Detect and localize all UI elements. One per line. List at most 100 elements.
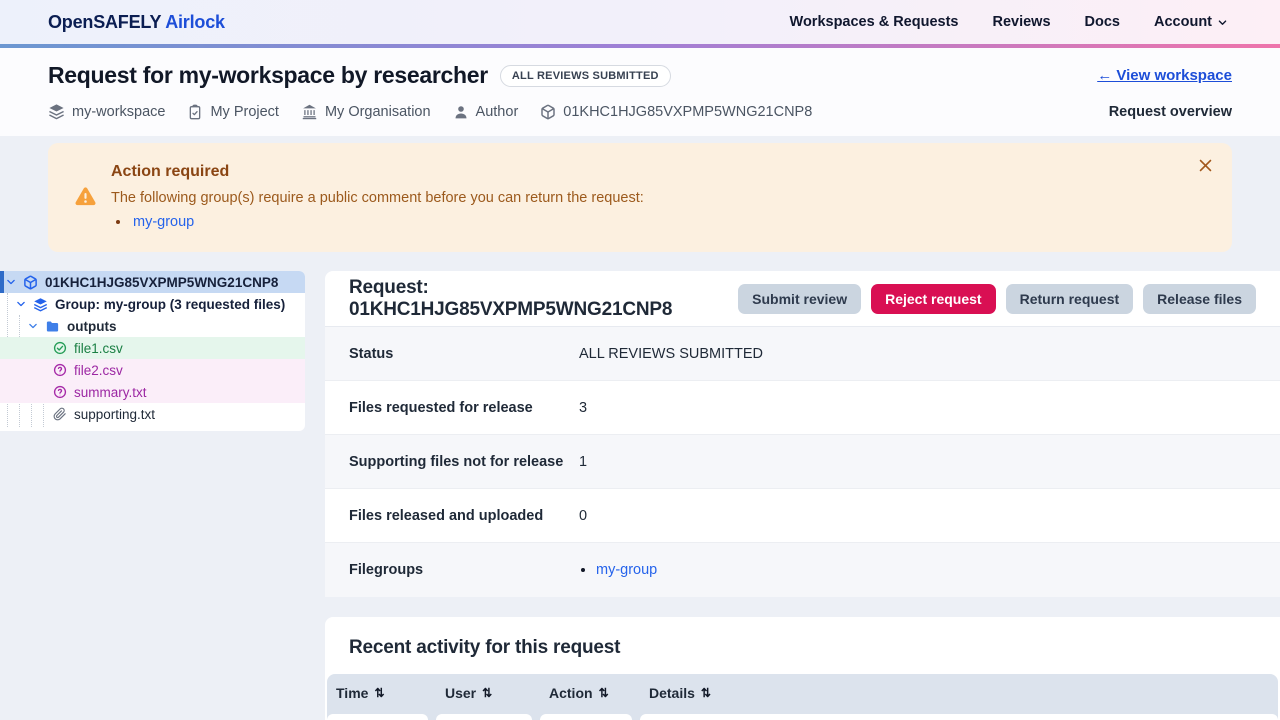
chevron-down-icon[interactable] <box>28 321 38 331</box>
column-header-user[interactable]: User ⇅ <box>436 685 532 701</box>
layers-icon <box>33 297 48 312</box>
paperclip-icon <box>53 407 67 421</box>
table-cell <box>327 714 428 720</box>
activity-table: Time ⇅ User ⇅ Action ⇅ Details ⇅ <box>327 674 1278 720</box>
detail-label: Files requested for release <box>349 400 579 416</box>
detail-row-status: Status ALL REVIEWS SUBMITTED <box>325 327 1280 381</box>
alert-title: Action required <box>111 161 644 181</box>
detail-row-files-requested: Files requested for release 3 <box>325 381 1280 435</box>
detail-label: Status <box>349 346 579 362</box>
detail-label: Supporting files not for release <box>349 454 579 470</box>
column-header-details[interactable]: Details ⇅ <box>640 685 1278 701</box>
detail-value: 0 <box>579 508 1256 524</box>
tree-item-label: outputs <box>67 319 117 334</box>
sort-icon[interactable]: ⇅ <box>374 686 384 700</box>
table-cell <box>640 714 1278 720</box>
sort-icon[interactable]: ⇅ <box>599 686 609 700</box>
breadcrumb: my-workspace My Project My Organisation … <box>48 103 812 120</box>
tree-item-label: 01KHC1HJG85VXPMP5WNG21CNP8 <box>45 275 278 290</box>
chevron-down-icon <box>1217 17 1228 28</box>
activity-heading: Recent activity for this request <box>349 637 1256 659</box>
sort-icon[interactable]: ⇅ <box>482 686 492 700</box>
logo-secondary: Airlock <box>165 12 225 32</box>
alert-group-list: my-group <box>131 214 644 230</box>
breadcrumb-request-id: 01KHC1HJG85VXPMP5WNG21CNP8 <box>540 104 812 120</box>
breadcrumb-project: My Project <box>187 104 279 120</box>
filegroup-list: my-group <box>596 562 1256 578</box>
breadcrumb-workspace: my-workspace <box>48 103 165 120</box>
detail-label: Files released and uploaded <box>349 508 579 524</box>
nav-item-docs[interactable]: Docs <box>1085 14 1120 30</box>
top-navbar: OpenSAFELY Airlock Workspaces & Requests… <box>0 0 1280 44</box>
tree-item-request-root[interactable]: 01KHC1HJG85VXPMP5WNG21CNP8 <box>0 271 305 293</box>
package-icon <box>540 104 556 120</box>
tree-item-label: file1.csv <box>74 341 123 356</box>
bank-icon <box>301 103 318 120</box>
table-row <box>327 714 1278 720</box>
reject-request-button[interactable]: Reject request <box>871 284 995 314</box>
detail-label: Filegroups <box>349 562 579 578</box>
alert-message: The following group(s) require a public … <box>111 190 644 206</box>
logo-primary: OpenSAFELY <box>48 12 161 32</box>
tree-item-summary[interactable]: summary.txt <box>0 381 305 403</box>
page-title: Request for my-workspace by researcher <box>48 62 488 89</box>
table-cell <box>436 714 532 720</box>
user-icon <box>453 104 469 120</box>
layers-icon <box>48 103 65 120</box>
status-badge: ALL REVIEWS SUBMITTED <box>500 65 671 87</box>
question-circle-icon <box>53 363 67 377</box>
page-header: Request for my-workspace by researcher A… <box>0 48 1280 136</box>
nav-item-workspaces[interactable]: Workspaces & Requests <box>790 14 959 30</box>
alert-group-link[interactable]: my-group <box>133 214 194 230</box>
detail-row-files-released: Files released and uploaded 0 <box>325 489 1280 543</box>
tree-item-outputs-folder[interactable]: outputs <box>0 315 305 337</box>
detail-row-filegroups: Filegroups my-group <box>325 543 1280 597</box>
table-cell <box>540 714 632 720</box>
nav-item-account[interactable]: Account <box>1154 14 1228 30</box>
alert-group-item: my-group <box>131 214 644 230</box>
tree-item-label: file2.csv <box>74 363 123 378</box>
action-required-alert: Action required The following group(s) r… <box>48 143 1232 252</box>
chevron-down-icon[interactable] <box>16 299 26 309</box>
request-actions: Submit review Reject request Return requ… <box>738 284 1256 314</box>
clipboard-icon <box>187 104 203 120</box>
column-header-action[interactable]: Action ⇅ <box>540 685 632 701</box>
recent-activity-card: Recent activity for this request Time ⇅ … <box>325 617 1280 720</box>
app-logo[interactable]: OpenSAFELY Airlock <box>48 12 225 33</box>
detail-row-supporting-files: Supporting files not for release 1 <box>325 435 1280 489</box>
view-workspace-link[interactable]: ← View workspace <box>1097 67 1232 84</box>
question-circle-icon <box>53 385 67 399</box>
file-tree-sidebar: 01KHC1HJG85VXPMP5WNG21CNP8 Group: my-gro… <box>0 271 305 431</box>
tree-item-file2[interactable]: file2.csv <box>0 359 305 381</box>
release-files-button[interactable]: Release files <box>1143 284 1256 314</box>
check-circle-icon <box>53 341 67 355</box>
tree-item-label: Group: my-group (3 requested files) <box>55 297 285 312</box>
submit-review-button[interactable]: Submit review <box>738 284 861 314</box>
package-icon <box>23 275 38 290</box>
tree-item-label: supporting.txt <box>74 407 155 422</box>
tree-item-supporting[interactable]: supporting.txt <box>0 403 305 425</box>
sort-icon[interactable]: ⇅ <box>701 686 711 700</box>
request-overview-label: Request overview <box>1109 104 1232 120</box>
folder-icon <box>45 319 60 334</box>
filegroup-link[interactable]: my-group <box>596 562 657 578</box>
tree-item-file1[interactable]: file1.csv <box>0 337 305 359</box>
request-heading: Request: 01KHC1HJG85VXPMP5WNG21CNP8 <box>349 277 738 321</box>
chevron-down-icon[interactable] <box>6 277 16 287</box>
nav-menu: Workspaces & Requests Reviews Docs Accou… <box>790 14 1228 30</box>
column-header-time[interactable]: Time ⇅ <box>327 685 428 701</box>
detail-value: 1 <box>579 454 1256 470</box>
close-icon[interactable] <box>1193 153 1218 178</box>
detail-value: 3 <box>579 400 1256 416</box>
tree-item-label: summary.txt <box>74 385 147 400</box>
nav-item-reviews[interactable]: Reviews <box>992 14 1050 30</box>
breadcrumb-author: Author <box>453 104 519 120</box>
activity-table-header: Time ⇅ User ⇅ Action ⇅ Details ⇅ <box>327 674 1278 711</box>
tree-item-group[interactable]: Group: my-group (3 requested files) <box>0 293 305 315</box>
breadcrumb-organisation: My Organisation <box>301 103 431 120</box>
request-overview-card: Request: 01KHC1HJG85VXPMP5WNG21CNP8 Subm… <box>325 271 1280 597</box>
filegroup-item: my-group <box>596 562 1256 578</box>
detail-value: ALL REVIEWS SUBMITTED <box>579 346 1256 362</box>
warning-icon <box>74 161 97 230</box>
return-request-button[interactable]: Return request <box>1006 284 1134 314</box>
